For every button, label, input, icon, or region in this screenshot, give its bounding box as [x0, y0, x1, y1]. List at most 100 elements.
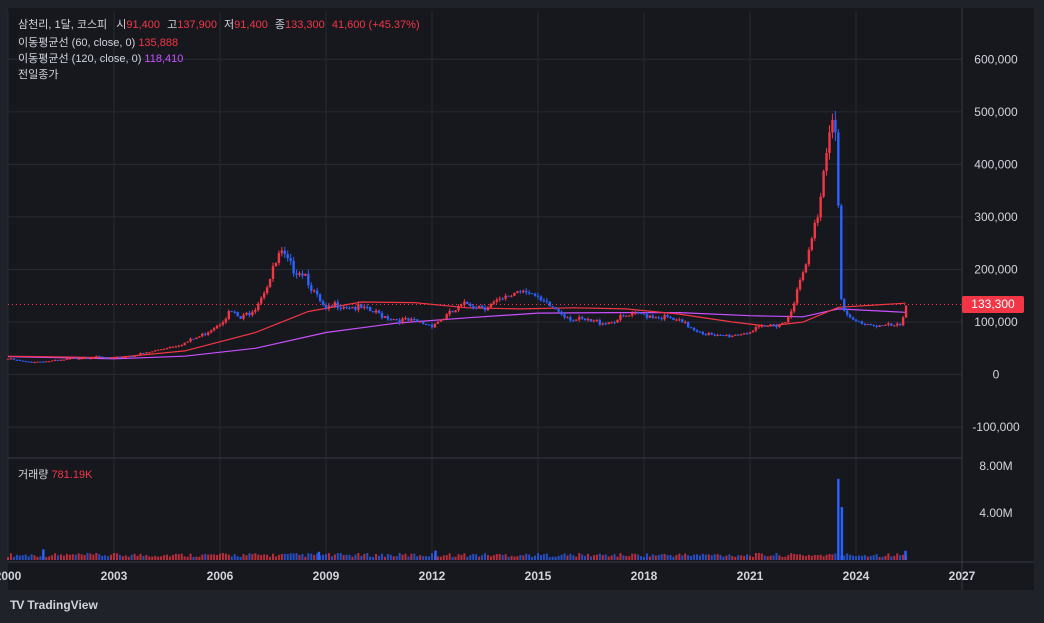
candle-body: [36, 361, 39, 363]
candle-body: [681, 319, 684, 323]
volume-bar: [581, 554, 584, 560]
volume-bar: [595, 554, 598, 560]
symbol-line: 삼천리, 1달, 코스피: [18, 19, 108, 31]
candle-body: [816, 217, 819, 223]
volume-bar: [71, 554, 74, 560]
candle-body: [554, 307, 557, 310]
candle-body: [265, 287, 269, 294]
candle-body: [884, 324, 887, 326]
volume-bar: [410, 553, 413, 560]
volume-bar: [498, 553, 501, 560]
candle-body: [48, 361, 51, 363]
volume-bar: [183, 556, 186, 560]
candle-body: [271, 266, 275, 279]
candle-body: [112, 357, 116, 359]
candle-body: [142, 353, 145, 355]
volume-bar: [177, 554, 180, 560]
volume-bar: [648, 556, 651, 560]
candle-body: [286, 254, 289, 259]
volume-bar: [351, 556, 354, 560]
candle-body: [148, 352, 151, 354]
volume-bar: [766, 556, 769, 560]
candle-body: [790, 311, 793, 317]
candle-body: [896, 323, 899, 326]
ma120-legend[interactable]: 이동평균선 (120, close, 0) 118,410: [18, 50, 183, 66]
candle-body: [595, 320, 599, 322]
volume-bar: [569, 553, 572, 560]
volume-bar: [266, 554, 269, 560]
volume-bar: [280, 554, 283, 560]
candle-body: [887, 323, 890, 325]
volume-bar: [372, 557, 375, 560]
candle-body: [289, 258, 292, 261]
ma60-legend[interactable]: 이동평균선 (60, close, 0) 135,888: [18, 34, 178, 50]
prev-close-legend[interactable]: 전일종가: [18, 66, 58, 82]
volume-bar: [154, 555, 157, 560]
volume-bar: [354, 554, 357, 560]
volume-bar: [60, 554, 62, 560]
volume-bar: [654, 555, 657, 560]
x-tick-label: 2009: [313, 569, 340, 583]
candle-body: [177, 345, 180, 347]
candle-body: [866, 324, 869, 326]
candle-body: [539, 296, 543, 301]
volume-bar: [578, 553, 581, 560]
chart-canvas[interactable]: 600,000 500,000 400,000 300,000 200,000 100,0…: [0, 0, 1044, 623]
candle-body: [837, 132, 840, 206]
volume-bar: [896, 553, 899, 560]
candle-body: [536, 295, 540, 297]
volume-bar: [95, 553, 98, 560]
volume-bar: [151, 556, 154, 560]
volume-bar: [469, 555, 472, 560]
close-value: 133,300: [285, 19, 325, 31]
volume-bar: [186, 556, 189, 560]
volume-bar: [230, 556, 233, 560]
candle-body: [763, 325, 766, 327]
volume-tick-label: 8.00M: [979, 459, 1012, 473]
candle-body: [101, 356, 104, 358]
candle-body: [366, 306, 369, 308]
candle-body: [251, 311, 254, 316]
candle-body: [657, 317, 660, 319]
volume-bar: [348, 554, 351, 560]
volume-bar: [21, 555, 24, 560]
candle-body: [710, 332, 713, 335]
volume-legend[interactable]: 거래량 781.19K: [18, 466, 92, 482]
candle-body: [401, 318, 404, 324]
symbol-legend: 삼천리, 1달, 코스피 시91,400 고137,900 저91,400 종1…: [18, 16, 424, 32]
candle-body: [901, 317, 905, 326]
candle-body: [201, 333, 204, 337]
candle-body: [684, 322, 687, 324]
volume-bar: [501, 554, 504, 560]
volume-bar: [849, 554, 852, 560]
candle-body: [357, 304, 360, 310]
candle-body: [557, 309, 560, 312]
candle-body: [513, 292, 516, 296]
volume-bar: [846, 553, 849, 560]
candle-body: [260, 297, 263, 304]
volume-bar: [684, 553, 687, 560]
volume-bar: [740, 555, 743, 560]
x-tick-label: 2012: [419, 569, 446, 583]
volume-bar: [893, 555, 896, 560]
volume-bar: [86, 552, 89, 560]
volume-bar: [722, 556, 725, 560]
volume-bar: [572, 555, 575, 560]
volume-bar: [213, 554, 216, 560]
volume-bar: [336, 553, 339, 560]
volume-bar: [413, 553, 416, 560]
candle-body: [333, 302, 337, 307]
candle-body: [377, 310, 381, 314]
low-value: 91,400: [234, 19, 268, 31]
candle-body: [33, 362, 36, 364]
tradingview-logo[interactable]: TV TradingView: [10, 598, 98, 612]
volume-bar: [672, 556, 675, 560]
candle-body: [666, 315, 669, 317]
candle-body: [598, 320, 602, 325]
volume-bar: [772, 555, 775, 560]
volume-bar: [168, 556, 171, 560]
volume-bar: [696, 554, 698, 560]
volume-bar: [884, 555, 887, 560]
volume-bar: [872, 555, 875, 560]
ma60-value: 135,888: [138, 37, 179, 49]
